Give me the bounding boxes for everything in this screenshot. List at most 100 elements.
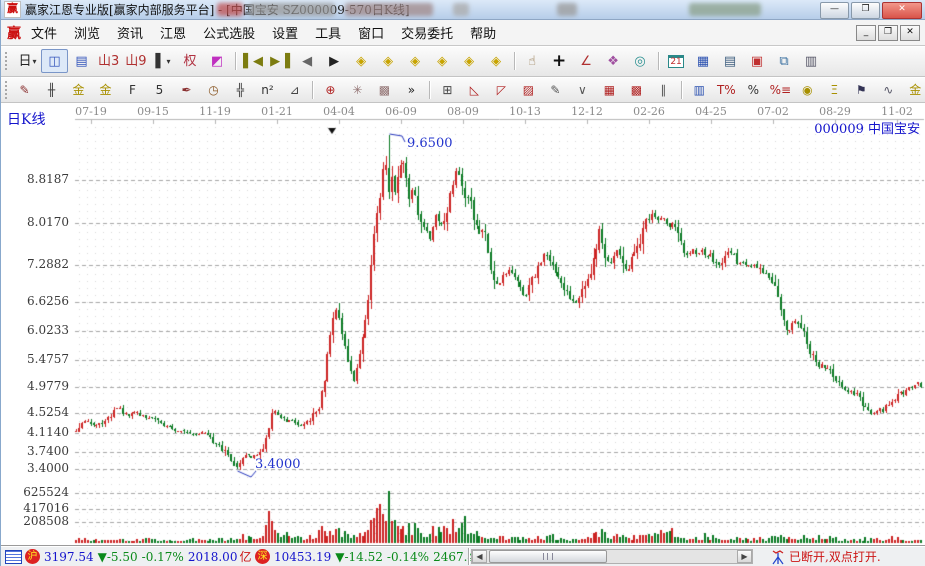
hatch-box-icon[interactable]: ▨: [515, 79, 542, 101]
candle-type-dropdown[interactable]: ▌▾: [150, 49, 177, 73]
red-grid-icon[interactable]: ▦: [596, 79, 623, 101]
status-bar: 沪 3197.54 ▼-5.50 -0.17% 2018.00亿 深 10453…: [1, 545, 925, 566]
minimize-button[interactable]: —: [820, 2, 849, 19]
grid-tool-icon[interactable]: ╫: [38, 79, 65, 101]
red-grid-2-icon[interactable]: ▩: [623, 79, 650, 101]
market-grid-icon[interactable]: [5, 550, 22, 564]
column-stats-icon[interactable]: ▥: [686, 79, 713, 101]
spiral-tool-icon[interactable]: ◎: [627, 49, 654, 73]
menu-item-5[interactable]: 设置: [272, 27, 298, 42]
menu-item-8[interactable]: 交易委托: [401, 27, 453, 42]
menu-item-2[interactable]: 资讯: [117, 27, 143, 42]
toolbar-grip[interactable]: [5, 52, 10, 70]
box-fan-icon[interactable]: ◸: [488, 79, 515, 101]
gold-grid-icon[interactable]: 金: [65, 79, 92, 101]
gold-grid-2-icon[interactable]: 金: [92, 79, 119, 101]
mdi-minimize-button[interactable]: _: [856, 25, 876, 41]
period-day-dropdown-glyph: 日: [18, 55, 31, 68]
percent-icon[interactable]: %: [740, 79, 767, 101]
scrollbar-track[interactable]: [487, 550, 737, 563]
gann-expand-v-icon[interactable]: ◈: [483, 49, 510, 73]
market-monitor-icon[interactable]: ◫: [41, 49, 68, 73]
prev-page-icon[interactable]: ◀: [294, 49, 321, 73]
connection-status-text[interactable]: 已断开,双点打开.: [789, 548, 881, 565]
color-chart-icon[interactable]: ◩: [204, 49, 231, 73]
calendar-icon[interactable]: 21: [663, 49, 690, 73]
five-grid-icon[interactable]: 5: [146, 79, 173, 101]
gann-shift-left-icon[interactable]: ◈: [348, 49, 375, 73]
zigzag-icon[interactable]: ∨: [569, 79, 596, 101]
menu-item-7[interactable]: 窗口: [358, 27, 384, 42]
shenzhen-badge-icon[interactable]: 深: [255, 549, 270, 564]
scrollbar-thumb[interactable]: [489, 550, 607, 563]
workstation-icon[interactable]: ▥: [798, 49, 825, 73]
gold-level-icon[interactable]: Ξ: [821, 79, 848, 101]
pencil-line-icon[interactable]: ✎: [542, 79, 569, 101]
draw-measure-icon[interactable]: ✒: [173, 79, 200, 101]
chart-9-icon[interactable]: 山9: [122, 49, 149, 73]
band-percent-icon[interactable]: T%: [713, 79, 740, 101]
horizontal-scrollbar[interactable]: ◀ ▶: [471, 549, 753, 564]
chart-3-icon[interactable]: 山3: [95, 49, 122, 73]
menu-item-6[interactable]: 工具: [315, 27, 341, 42]
dropdown-arrow-icon: ▾: [33, 57, 37, 66]
color-chart-icon-glyph: ◩: [211, 55, 223, 68]
target-circle-icon[interactable]: ⊕: [317, 79, 344, 101]
gold-underline-icon[interactable]: 金: [902, 79, 925, 101]
time-cycle-icon[interactable]: ◷: [200, 79, 227, 101]
restore-button[interactable]: ❐: [851, 2, 880, 19]
menu-item-9[interactable]: 帮助: [470, 27, 496, 42]
menu-item-1[interactable]: 浏览: [74, 27, 100, 42]
save-screen-icon[interactable]: ▣: [744, 49, 771, 73]
toolbar-grip-2[interactable]: [5, 81, 7, 99]
menu-item-3[interactable]: 江恩: [160, 27, 186, 42]
gann-expand-h-icon[interactable]: ◈: [402, 49, 429, 73]
flag-marker-icon[interactable]: ⚑: [848, 79, 875, 101]
parallel-lines-icon[interactable]: ∥: [650, 79, 677, 101]
last-page-icon[interactable]: ▶▐: [267, 49, 294, 73]
mdi-close-button[interactable]: ✕: [900, 25, 920, 41]
antenna-icon[interactable]: [771, 549, 785, 565]
ex-rights-icon[interactable]: 权: [177, 49, 204, 73]
box-select-icon[interactable]: ⊞: [434, 79, 461, 101]
more-tools-chevron[interactable]: »: [398, 79, 425, 101]
gann-center-icon[interactable]: ◈: [375, 49, 402, 73]
menu-item-4[interactable]: 公式选股: [203, 27, 255, 42]
bar-grid-icon[interactable]: ╬: [227, 79, 254, 101]
period-day-dropdown[interactable]: 日▾: [14, 49, 41, 73]
menu-item-0[interactable]: 文件: [31, 27, 57, 42]
clone-window-icon[interactable]: ⧉: [771, 49, 798, 73]
calculator-icon[interactable]: ▦: [690, 49, 717, 73]
notes-icon[interactable]: ▤: [717, 49, 744, 73]
brush-tool-icon[interactable]: ✎: [11, 79, 38, 101]
kline-chart-canvas[interactable]: [1, 103, 925, 545]
crosshair-tool-icon[interactable]: +: [546, 49, 573, 73]
mirror-angle-icon[interactable]: ⊿: [281, 79, 308, 101]
star-burst-icon[interactable]: ✳: [344, 79, 371, 101]
percent-level-icon[interactable]: %≡: [767, 79, 794, 101]
menu-bar: 赢 文件 浏览 资讯 江恩 公式选股 设置 工具 窗口 交易委托 帮助 _❐✕: [1, 20, 925, 46]
gold-circle-icon[interactable]: ◉: [794, 79, 821, 101]
market-monitor-icon-glyph: ◫: [48, 55, 60, 68]
menu-logo-icon: 赢: [7, 23, 21, 43]
fib-grid-icon[interactable]: F: [119, 79, 146, 101]
mdi-restore-button[interactable]: ❐: [878, 25, 898, 41]
band-percent-icon-glyph: T%: [717, 84, 736, 96]
n-square-icon[interactable]: n²: [254, 79, 281, 101]
wave-band-icon[interactable]: ∿: [875, 79, 902, 101]
square-burst-icon[interactable]: ▩: [371, 79, 398, 101]
info-panel-icon[interactable]: ▤: [68, 49, 95, 73]
scroll-left-button[interactable]: ◀: [472, 550, 487, 563]
gann-compress-all-icon[interactable]: ◈: [456, 49, 483, 73]
hand-tool-icon[interactable]: ☝: [519, 49, 546, 73]
gann-box-tool-icon[interactable]: ❖: [600, 49, 627, 73]
next-page-icon[interactable]: ▶: [321, 49, 348, 73]
gann-compress-h-icon[interactable]: ◈: [429, 49, 456, 73]
angle-line-tool-icon[interactable]: ∠: [573, 49, 600, 73]
scroll-right-button[interactable]: ▶: [737, 550, 752, 563]
close-button[interactable]: ✕: [882, 2, 922, 19]
grid-tool-icon-glyph: ╫: [48, 84, 55, 96]
fan-lines-icon[interactable]: ◺: [461, 79, 488, 101]
shanghai-badge-icon[interactable]: 沪: [25, 549, 40, 564]
first-page-icon[interactable]: ▌◀: [240, 49, 267, 73]
